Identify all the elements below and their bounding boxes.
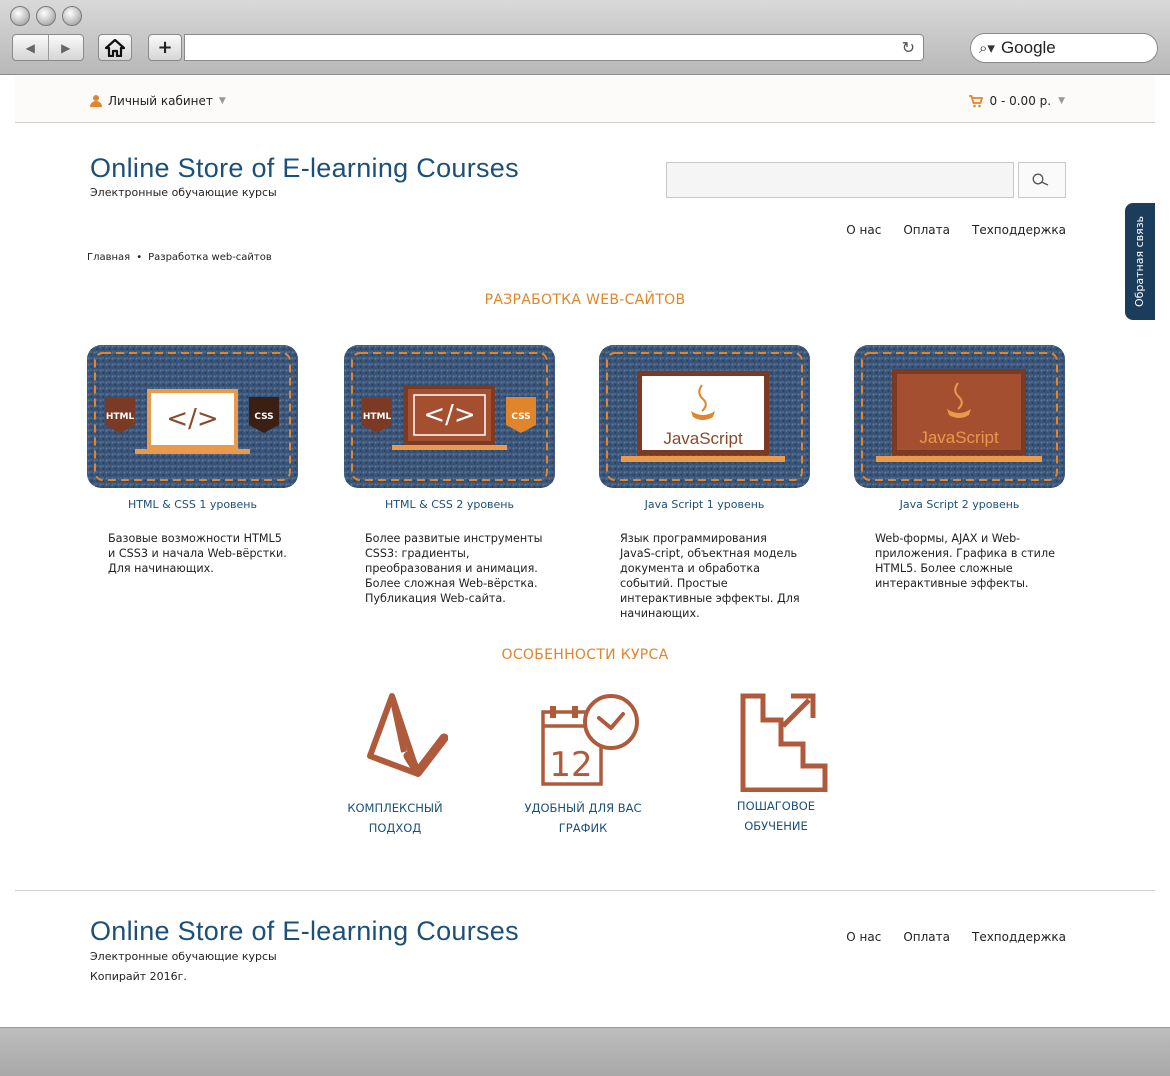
footer-title[interactable]: Online Store of E-learning Courses <box>90 916 519 947</box>
screen-text: </> <box>166 404 218 434</box>
search-icon <box>1032 173 1049 186</box>
feature-label: КОМПЛЕКСНЫЙ ПОДХОД <box>325 798 465 838</box>
course-thumbnail[interactable]: </> HTML CSS <box>87 345 298 488</box>
main-nav: О нас Оплата Техподдержка <box>846 223 1066 237</box>
stairs-icon <box>740 693 828 792</box>
site-subtitle: Электронные обучающие курсы <box>90 186 277 199</box>
account-menu[interactable]: Личный кабинет ▼ <box>90 94 226 108</box>
site-title[interactable]: Online Store of E-learning Courses <box>90 153 519 184</box>
feature-label-line: УДОБНЫЙ ДЛЯ ВАС <box>524 801 642 815</box>
footer-nav: О нас Оплата Техподдержка <box>846 930 1066 944</box>
course-title[interactable]: HTML & CSS 1 уровень <box>87 498 298 511</box>
nav-item-about[interactable]: О нас <box>846 223 881 237</box>
feature-label: УДОБНЫЙ ДЛЯ ВАС ГРАФИК <box>513 798 653 838</box>
copyright: Копирайт 2016г. <box>90 970 187 983</box>
search-engine-label: Google <box>1000 38 1056 57</box>
window-controls <box>10 6 82 26</box>
breadcrumb: Главная • Разработка web-сайтов <box>87 252 272 263</box>
breadcrumb-separator: • <box>136 252 143 263</box>
feature-label-line: КОМПЛЕКСНЫЙ <box>347 801 443 815</box>
browser-chrome: ◀ ▶ + ↻ ⌕▾ Google <box>0 0 1170 75</box>
browser-search-field[interactable]: ⌕▾ Google <box>970 33 1158 63</box>
search-input[interactable] <box>666 162 1014 198</box>
cart-icon <box>968 94 983 107</box>
window-minimize-button[interactable] <box>36 6 56 26</box>
feature-item: 12 УДОБНЫЙ ДЛЯ ВАС ГРАФИК <box>513 692 653 838</box>
back-button[interactable]: ◀ <box>13 35 48 60</box>
cart-menu[interactable]: 0 - 0.00 р. ▼ <box>968 94 1065 108</box>
address-bar[interactable]: ↻ <box>184 34 924 61</box>
css-badge: CSS <box>511 412 530 422</box>
search-button[interactable] <box>1018 162 1066 198</box>
course-card[interactable]: JavaScript Java Script 1 уровень Язык пр… <box>599 345 810 621</box>
screen-text: </> <box>423 400 475 430</box>
window-close-button[interactable] <box>10 6 30 26</box>
feature-label-line: ОБУЧЕНИЕ <box>744 819 808 833</box>
feature-label-line: ПОШАГОВОЕ <box>736 799 816 813</box>
css-badge: CSS <box>254 412 273 422</box>
section-title-features: ОСОБЕННОСТИ КУРСА <box>501 647 669 663</box>
course-thumbnail[interactable]: JavaScript <box>599 345 810 488</box>
breadcrumb-current: Разработка web-сайтов <box>148 252 272 263</box>
html-badge: HTML <box>106 412 135 422</box>
feature-label-line: ГРАФИК <box>558 821 608 835</box>
course-card[interactable]: JavaScript Java Script 2 уровень Web-фор… <box>854 345 1065 591</box>
course-description: Базовые возможности HTML5 и CSS3 и начал… <box>108 532 287 575</box>
course-description: Более развитые инструменты CSS3: градиен… <box>365 532 543 605</box>
user-bar: Личный кабинет ▼ 0 - 0.00 р. ▼ <box>15 76 1155 123</box>
course-description: Web-формы, AJAX и Web-приложения. График… <box>875 532 1055 590</box>
calendar-number: 12 <box>549 745 592 785</box>
complex-approach-icon <box>367 693 448 777</box>
section-title-courses: РАЗРАБОТКА WEB-САЙТОВ <box>484 292 686 308</box>
course-card[interactable]: </> HTML CSS HTML & CSS 2 уровень Более … <box>344 345 555 606</box>
course-title[interactable]: Java Script 1 уровень <box>599 498 810 511</box>
calendar-clock-icon: 12 <box>541 694 639 786</box>
home-icon <box>105 38 125 57</box>
footer-nav-about[interactable]: О нас <box>846 930 881 944</box>
forward-button[interactable]: ▶ <box>47 35 84 60</box>
chevron-down-icon: ▼ <box>1058 96 1065 106</box>
course-title[interactable]: Java Script 2 уровень <box>854 498 1065 511</box>
course-thumbnail[interactable]: </> HTML CSS <box>344 345 555 488</box>
account-label: Личный кабинет <box>108 94 213 108</box>
feature-item: ПОШАГОВОЕ ОБУЧЕНИЕ <box>706 692 846 836</box>
feature-item: КОМПЛЕКСНЫЙ ПОДХОД <box>325 692 465 838</box>
window-maximize-button[interactable] <box>62 6 82 26</box>
breadcrumb-home[interactable]: Главная <box>87 252 130 263</box>
screen-text: JavaScript <box>663 429 743 448</box>
screen-text: JavaScript <box>919 428 999 447</box>
course-description: Язык программирования JavaS-cript, объек… <box>620 532 800 620</box>
feature-label: ПОШАГОВОЕ ОБУЧЕНИЕ <box>706 796 846 836</box>
feature-label-line: ПОДХОД <box>368 821 422 835</box>
course-title[interactable]: HTML & CSS 2 уровень <box>344 498 555 511</box>
user-icon <box>90 95 102 107</box>
cart-summary: 0 - 0.00 р. <box>989 94 1052 108</box>
footer-subtitle: Электронные обучающие курсы <box>90 950 277 963</box>
html-badge: HTML <box>363 412 392 422</box>
history-buttons: ◀ ▶ <box>12 34 84 61</box>
chevron-down-icon: ▼ <box>218 96 226 106</box>
footer-nav-payment[interactable]: Оплата <box>903 930 950 944</box>
reload-icon[interactable]: ↻ <box>902 38 915 57</box>
footer-divider <box>15 890 1155 891</box>
course-thumbnail[interactable]: JavaScript <box>854 345 1065 488</box>
nav-item-support[interactable]: Техподдержка <box>972 223 1066 237</box>
search-icon: ⌕▾ <box>979 39 995 57</box>
nav-item-payment[interactable]: Оплата <box>903 223 950 237</box>
footer-nav-support[interactable]: Техподдержка <box>972 930 1066 944</box>
home-button[interactable] <box>98 34 132 61</box>
browser-bottom-bar <box>0 1027 1170 1076</box>
course-card[interactable]: </> HTML CSS HTML & CSS 1 уровень Базовы… <box>87 345 298 576</box>
new-tab-button[interactable]: + <box>148 34 182 61</box>
